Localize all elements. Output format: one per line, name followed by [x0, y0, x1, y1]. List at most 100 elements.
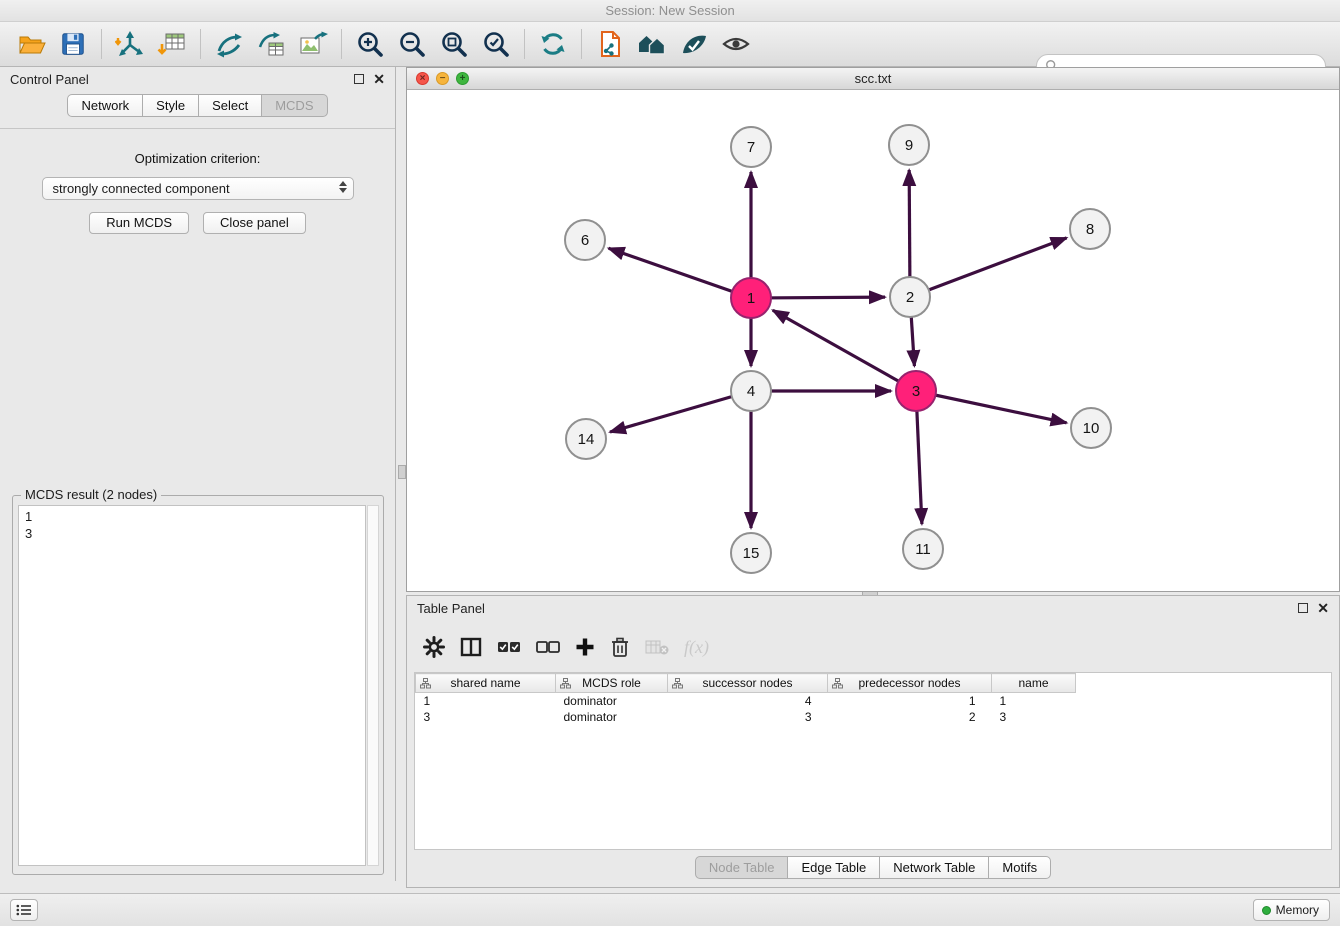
edge-3-10[interactable] [916, 391, 1067, 423]
new-network-table-button[interactable] [250, 25, 292, 63]
svg-text:1: 1 [747, 290, 755, 307]
zoom-in-button[interactable] [349, 25, 391, 63]
table-row[interactable]: 1dominator411 [416, 693, 1076, 709]
optimization-criterion-label: Optimization criterion: [0, 151, 395, 166]
mcds-result-text[interactable]: 1 3 [18, 505, 366, 866]
edge-2-8[interactable] [910, 238, 1067, 297]
vertical-splitter-grip[interactable] [398, 465, 406, 479]
table-cell[interactable]: 1 [992, 693, 1076, 709]
select-all-button[interactable] [497, 639, 521, 655]
zoom-fit-button[interactable] [433, 25, 475, 63]
float-panel-icon[interactable] [354, 74, 364, 84]
toolbar-separator [524, 29, 525, 59]
tab-edge-table[interactable]: Edge Table [787, 856, 880, 879]
add-column-button[interactable] [575, 637, 595, 657]
node-14[interactable]: 14 [566, 419, 606, 459]
column-header-predecessor-nodes[interactable]: predecessor nodes [828, 674, 992, 693]
unselect-all-button[interactable] [536, 639, 560, 655]
svg-text:10: 10 [1083, 420, 1100, 437]
export-image-button[interactable] [292, 25, 334, 63]
zoom-out-button[interactable] [391, 25, 433, 63]
table-cell[interactable]: 1 [416, 693, 556, 709]
float-table-panel-icon[interactable] [1298, 603, 1308, 613]
task-history-button[interactable] [10, 899, 38, 921]
graphics-details-button[interactable] [673, 25, 715, 63]
svg-text:3: 3 [912, 383, 920, 400]
tab-network[interactable]: Network [67, 94, 143, 117]
tab-style[interactable]: Style [142, 94, 199, 117]
table-cell[interactable]: 1 [828, 693, 992, 709]
network-window-titlebar[interactable]: × − + scc.txt [407, 68, 1339, 90]
show-hide-button[interactable] [715, 25, 757, 63]
refresh-view-button[interactable] [532, 25, 574, 63]
home-icon [637, 31, 667, 57]
column-header-successor-nodes[interactable]: successor nodes [668, 674, 828, 693]
network-image-icon [298, 30, 328, 58]
node-6[interactable]: 6 [565, 220, 605, 260]
tab-network-table[interactable]: Network Table [879, 856, 989, 879]
delete-table-icon [645, 638, 669, 656]
table-cell[interactable]: 4 [668, 693, 828, 709]
delete-table-button[interactable] [645, 638, 669, 656]
open-session-button[interactable] [10, 25, 52, 63]
save-icon [59, 30, 87, 58]
import-network-button[interactable] [109, 25, 151, 63]
settings-gear-button[interactable] [423, 636, 445, 658]
node-9[interactable]: 9 [889, 125, 929, 165]
table-cell[interactable]: dominator [556, 709, 668, 725]
edge-1-6[interactable] [609, 248, 751, 298]
node-3[interactable]: 3 [896, 371, 936, 411]
node-11[interactable]: 11 [903, 529, 943, 569]
network-arrows-icon [214, 30, 244, 58]
node-1[interactable]: 1 [731, 278, 771, 318]
maximize-window-icon[interactable]: + [456, 72, 469, 85]
node-10[interactable]: 10 [1071, 408, 1111, 448]
table-panel-header: Table Panel ✕ [407, 596, 1339, 622]
table-cell[interactable]: 2 [828, 709, 992, 725]
node-8[interactable]: 8 [1070, 209, 1110, 249]
node-4[interactable]: 4 [731, 371, 771, 411]
result-scrollbar[interactable] [367, 505, 379, 866]
close-window-icon[interactable]: × [416, 72, 429, 85]
save-session-button[interactable] [52, 25, 94, 63]
home-layout-button[interactable] [631, 25, 673, 63]
attribute-icon [420, 678, 431, 692]
clone-network-button[interactable] [589, 25, 631, 63]
zoom-out-icon [398, 30, 426, 58]
table-cell[interactable]: 3 [668, 709, 828, 725]
column-header-shared-name[interactable]: shared name [416, 674, 556, 693]
tab-select[interactable]: Select [198, 94, 262, 117]
delete-column-button[interactable] [610, 636, 630, 658]
run-mcds-button[interactable]: Run MCDS [89, 212, 189, 234]
column-header-name[interactable]: name [992, 674, 1076, 693]
node-7[interactable]: 7 [731, 127, 771, 167]
column-selector-button[interactable] [460, 637, 482, 657]
close-panel-icon[interactable]: ✕ [373, 73, 385, 85]
new-network-button[interactable] [208, 25, 250, 63]
zoom-fit-icon [440, 30, 468, 58]
edge-3-1[interactable] [773, 310, 916, 391]
optimization-criterion-select[interactable]: strongly connected component [42, 177, 354, 200]
node-2[interactable]: 2 [890, 277, 930, 317]
close-table-panel-icon[interactable]: ✕ [1317, 602, 1329, 614]
tab-motifs[interactable]: Motifs [988, 856, 1051, 879]
close-panel-button[interactable]: Close panel [203, 212, 306, 234]
minimize-window-icon[interactable]: − [436, 72, 449, 85]
column-header-mcds-role[interactable]: MCDS role [556, 674, 668, 693]
tab-mcds[interactable]: MCDS [261, 94, 327, 117]
import-table-button[interactable] [151, 25, 193, 63]
table-cell[interactable]: dominator [556, 693, 668, 709]
zoom-selected-button[interactable] [475, 25, 517, 63]
main-toolbar [0, 22, 1340, 67]
edge-4-14[interactable] [610, 391, 751, 432]
memory-button[interactable]: Memory [1253, 899, 1330, 921]
table-cell[interactable]: 3 [416, 709, 556, 725]
node-15[interactable]: 15 [731, 533, 771, 573]
fx-icon: f(x) [684, 637, 709, 658]
network-graph[interactable]: 1 2 3 4 6 7 8 9 10 11 14 15 [407, 90, 1339, 592]
tab-node-table[interactable]: Node Table [695, 856, 789, 879]
table-row[interactable]: 3dominator323 [416, 709, 1076, 725]
application-window: Session: New Session [0, 0, 1340, 926]
function-builder-button[interactable]: f(x) [684, 637, 709, 658]
table-cell[interactable]: 3 [992, 709, 1076, 725]
